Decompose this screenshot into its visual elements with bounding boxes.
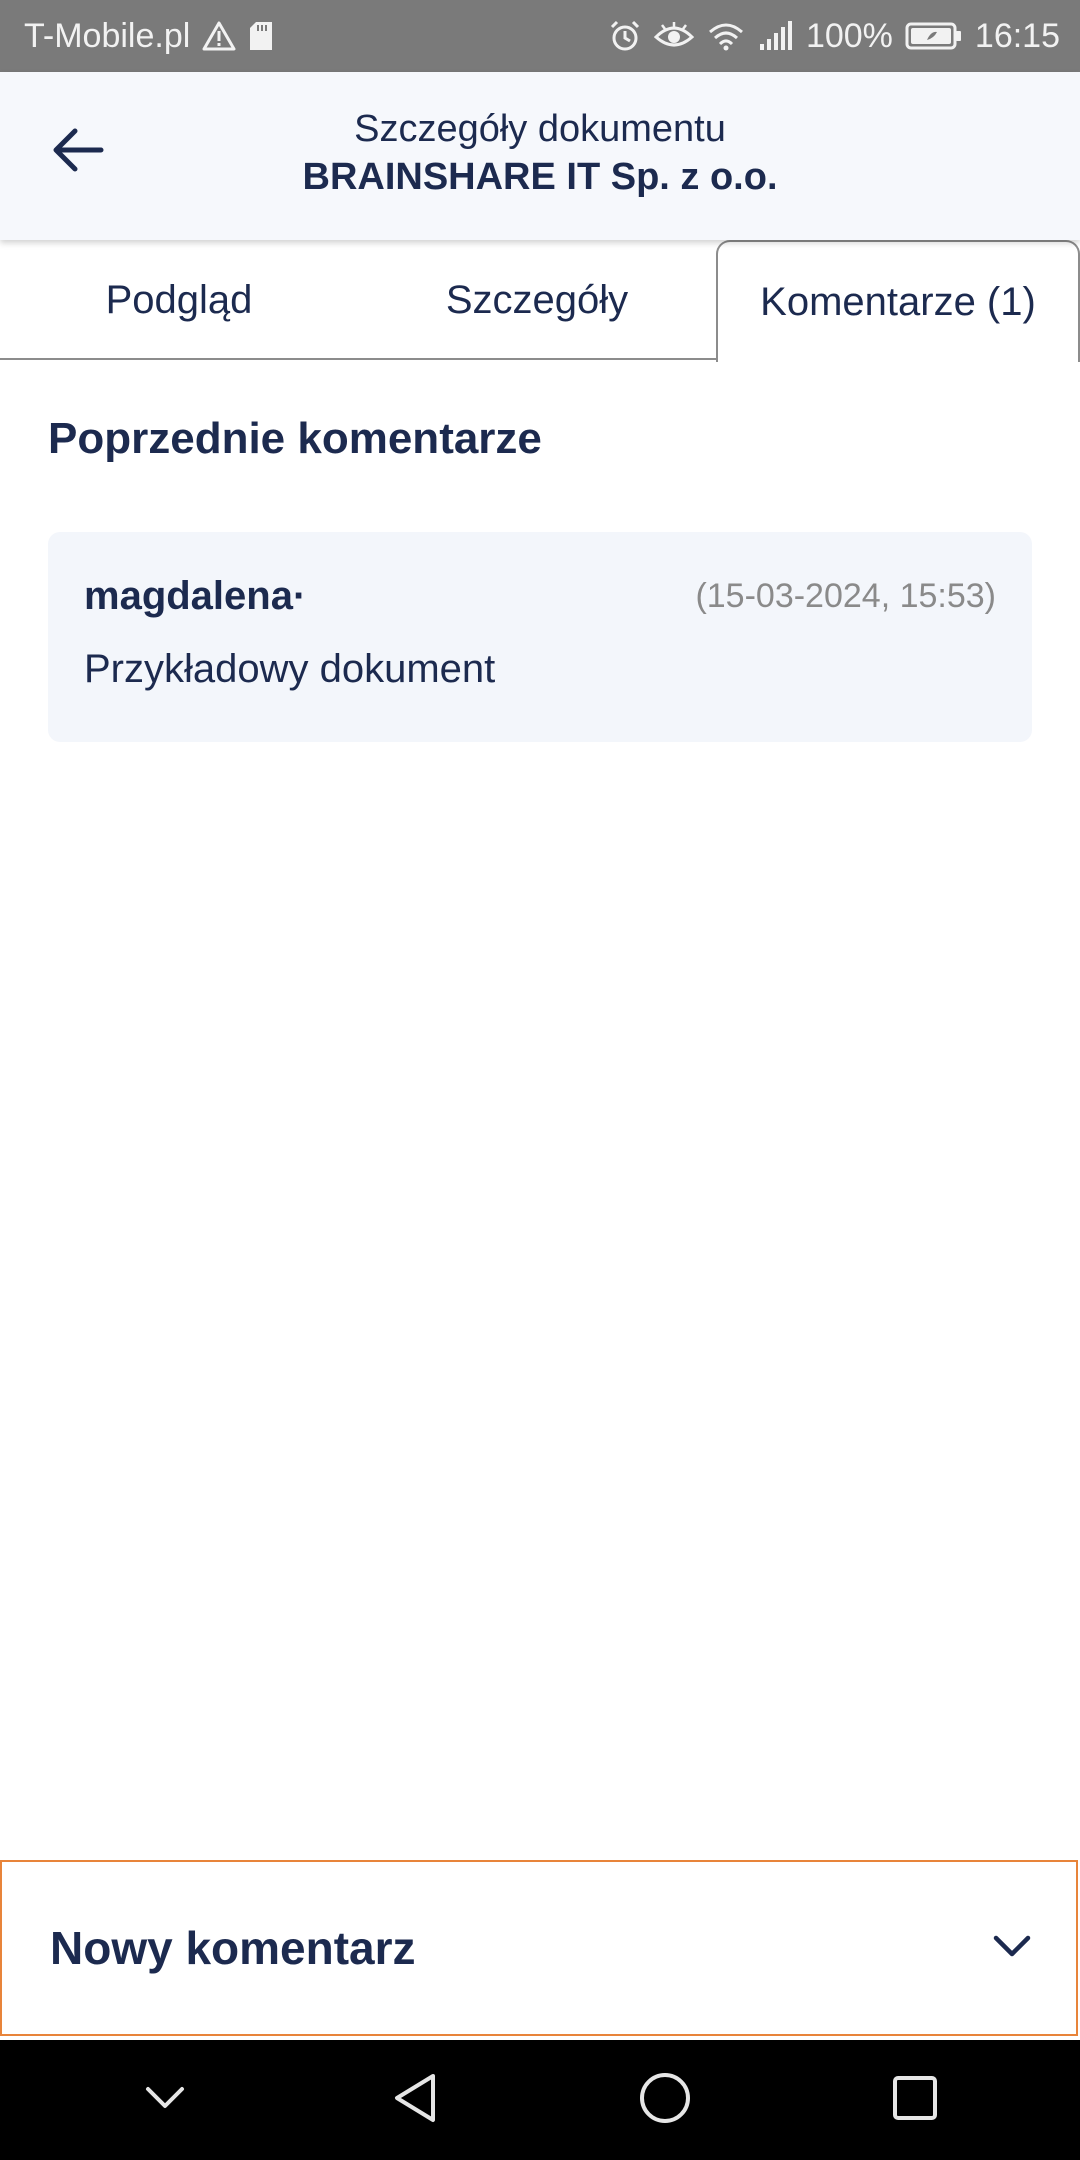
clock: 16:15 [974,16,1060,55]
arrow-left-icon [51,127,105,178]
comment-header: magdalena· (15-03-2024, 15:53) [84,574,996,619]
nav-home-button[interactable] [620,2055,710,2145]
header-titles: Szczegóły dokumentu BRAINSHARE IT Sp. z … [140,106,940,202]
chevron-down-icon [144,2085,186,2116]
comment-date: (15-03-2024, 15:53) [695,577,996,615]
comment-text: Przykładowy dokument [84,647,496,691]
new-comment-label: Nowy komentarz [50,1922,416,1974]
status-bar-right: 100% 16:15 [608,17,1060,56]
comment-card: magdalena· (15-03-2024, 15:53) Przykłado… [48,532,1032,742]
battery-percent: 100% [805,16,893,55]
app-header: Szczegóły dokumentu BRAINSHARE IT Sp. z … [0,72,1080,240]
comment-author: magdalena· [84,574,307,618]
nav-hide-button[interactable] [120,2055,210,2145]
tab-comments[interactable]: Komentarze (1) [716,240,1080,362]
nav-back-button[interactable] [370,2055,460,2145]
section-title: Poprzednie komentarze [48,414,542,463]
tab-details[interactable]: Szczegóły [358,240,716,360]
square-recents-icon [891,2074,939,2127]
battery-icon [905,21,963,51]
new-comment-toggle[interactable]: Nowy komentarz [0,1860,1078,2036]
signal-icon [758,20,794,52]
status-bar-left: T-Mobile.pl [24,17,274,56]
circle-home-icon [638,2071,692,2130]
carrier-name: T-Mobile.pl [24,16,191,55]
wifi-icon [706,20,746,52]
sd-card-icon [248,20,274,52]
chevron-down-icon [992,1933,1032,1964]
status-bar: T-Mobile.pl 100% 16:15 [0,0,1080,72]
eye-icon [653,21,694,51]
warning-icon [202,20,236,52]
company-name: BRAINSHARE IT Sp. z o.o. [302,156,778,198]
page-title: Szczegóły dokumentu [354,108,726,150]
back-button[interactable] [38,112,118,192]
system-navigation-bar [0,2040,1080,2160]
tab-preview[interactable]: Podgląd [0,240,358,360]
alarm-icon [608,19,642,53]
tab-bar: Podgląd Szczegóły Komentarze (1) [0,240,1080,362]
triangle-back-icon [391,2072,439,2129]
nav-recents-button[interactable] [870,2055,960,2145]
